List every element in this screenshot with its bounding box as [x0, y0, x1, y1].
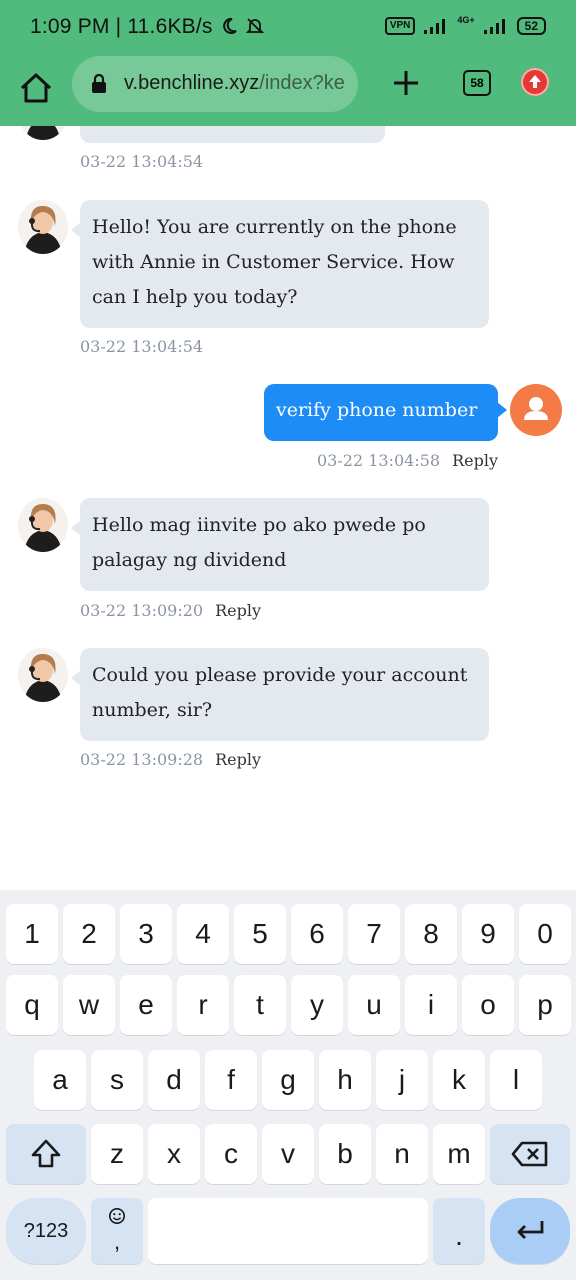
key-9[interactable]: 9: [462, 904, 514, 964]
tab-switcher-button[interactable]: 58: [463, 70, 491, 96]
home-icon[interactable]: [16, 68, 56, 108]
signal-icon: [424, 19, 446, 34]
message-text: verify phone number: [276, 399, 478, 421]
key-v[interactable]: v: [262, 1124, 314, 1184]
key-2[interactable]: 2: [63, 904, 115, 964]
emoji-icon: [108, 1207, 126, 1225]
key-q[interactable]: q: [6, 975, 58, 1035]
status-icons: VPN 4G+ 52: [384, 15, 546, 35]
key-r[interactable]: r: [177, 975, 229, 1035]
backspace-icon: [511, 1141, 548, 1167]
key-t[interactable]: t: [234, 975, 286, 1035]
agent-avatar: [18, 200, 68, 254]
reply-link[interactable]: Reply: [452, 451, 498, 470]
key-u[interactable]: u: [348, 975, 400, 1035]
key-z[interactable]: z: [91, 1124, 143, 1184]
agent-avatar: [18, 126, 68, 140]
enter-key[interactable]: [490, 1198, 570, 1264]
key-d[interactable]: d: [148, 1050, 200, 1110]
update-icon[interactable]: [521, 68, 549, 96]
mute-bell-icon: [245, 18, 264, 34]
status-bar: 1:09 PM | 11.6KB/s VPN 4G+ 52: [0, 0, 576, 54]
key-p[interactable]: p: [519, 975, 571, 1035]
status-time: 1:09 PM | 11.6KB/s: [30, 15, 265, 39]
key-k[interactable]: k: [433, 1050, 485, 1110]
user-avatar: [510, 384, 562, 436]
message-text: with Annie in Customer Service. How: [92, 251, 455, 273]
message-meta: 03-22 13:09:20 Reply: [80, 601, 261, 620]
message-timestamp: 03-22 13:04:54: [80, 337, 204, 356]
chat-area: 03-22 13:04:54 Hello! You are currently …: [0, 126, 576, 890]
key-1[interactable]: 1: [6, 904, 58, 964]
emoji-comma-key[interactable]: ,: [91, 1198, 143, 1264]
shift-icon: [31, 1139, 61, 1168]
key-8[interactable]: 8: [405, 904, 457, 964]
key-j[interactable]: j: [376, 1050, 428, 1110]
message-timestamp: 03-22 13:04:54: [80, 152, 204, 171]
message-text: Hello! You are currently on the phone: [92, 216, 457, 238]
browser-toolbar: v.benchline.xyz/index?ke 58: [0, 54, 576, 126]
message-bubble: Hello mag iinvite po ako pwede po palaga…: [71, 498, 489, 591]
key-f[interactable]: f: [205, 1050, 257, 1110]
reply-link[interactable]: Reply: [215, 601, 261, 620]
key-l[interactable]: l: [490, 1050, 542, 1110]
key-7[interactable]: 7: [348, 904, 400, 964]
backspace-key[interactable]: [490, 1124, 570, 1184]
key-0[interactable]: 0: [519, 904, 571, 964]
key-i[interactable]: i: [405, 975, 457, 1035]
agent-avatar: [18, 498, 68, 552]
message-meta: 03-22 13:04:58 Reply: [317, 451, 498, 470]
message-bubble-user: verify phone number: [264, 384, 507, 441]
reply-link[interactable]: Reply: [215, 750, 261, 769]
message-bubble: [80, 126, 385, 143]
new-tab-icon[interactable]: [389, 66, 423, 100]
vpn-badge: VPN: [384, 17, 416, 35]
key-3[interactable]: 3: [120, 904, 172, 964]
on-screen-keyboard: 1 2 3 4 5 6 7 8 9 0 q w e r t y u i o p …: [0, 890, 576, 1280]
key-o[interactable]: o: [462, 975, 514, 1035]
shift-key[interactable]: [6, 1124, 86, 1184]
key-y[interactable]: y: [291, 975, 343, 1035]
key-s[interactable]: s: [91, 1050, 143, 1110]
space-bar[interactable]: [148, 1198, 428, 1264]
key-g[interactable]: g: [262, 1050, 314, 1110]
message-text: palagay ng dividend: [92, 549, 287, 571]
moon-icon: [222, 17, 237, 34]
enter-icon: [517, 1221, 544, 1239]
message-text: can I help you today?: [92, 286, 298, 308]
message-text: number, sir?: [92, 699, 213, 721]
key-a[interactable]: a: [34, 1050, 86, 1110]
key-x[interactable]: x: [148, 1124, 200, 1184]
period-key[interactable]: .: [433, 1198, 485, 1264]
lock-icon: [92, 74, 106, 93]
message-text: Hello mag iinvite po ako pwede po: [92, 514, 426, 536]
url-text[interactable]: v.benchline.xyz/index?ke: [124, 72, 345, 95]
key-m[interactable]: m: [433, 1124, 485, 1184]
key-w[interactable]: w: [63, 975, 115, 1035]
key-h[interactable]: h: [319, 1050, 371, 1110]
message-bubble: Could you please provide your account nu…: [71, 648, 489, 741]
agent-avatar: [18, 648, 68, 702]
key-b[interactable]: b: [319, 1124, 371, 1184]
message-text: Could you please provide your account: [92, 664, 468, 686]
battery-indicator: 52: [516, 17, 546, 35]
key-e[interactable]: e: [120, 975, 172, 1035]
symbols-key[interactable]: ?123: [6, 1198, 86, 1264]
key-5[interactable]: 5: [234, 904, 286, 964]
address-bar[interactable]: v.benchline.xyz/index?ke: [72, 56, 358, 112]
signal-icon-2: [483, 19, 505, 34]
network-type: 4G+: [457, 15, 475, 25]
key-c[interactable]: c: [205, 1124, 257, 1184]
key-4[interactable]: 4: [177, 904, 229, 964]
message-meta: 03-22 13:09:28 Reply: [80, 750, 261, 769]
key-6[interactable]: 6: [291, 904, 343, 964]
message-bubble: Hello! You are currently on the phone wi…: [71, 200, 489, 328]
key-n[interactable]: n: [376, 1124, 428, 1184]
